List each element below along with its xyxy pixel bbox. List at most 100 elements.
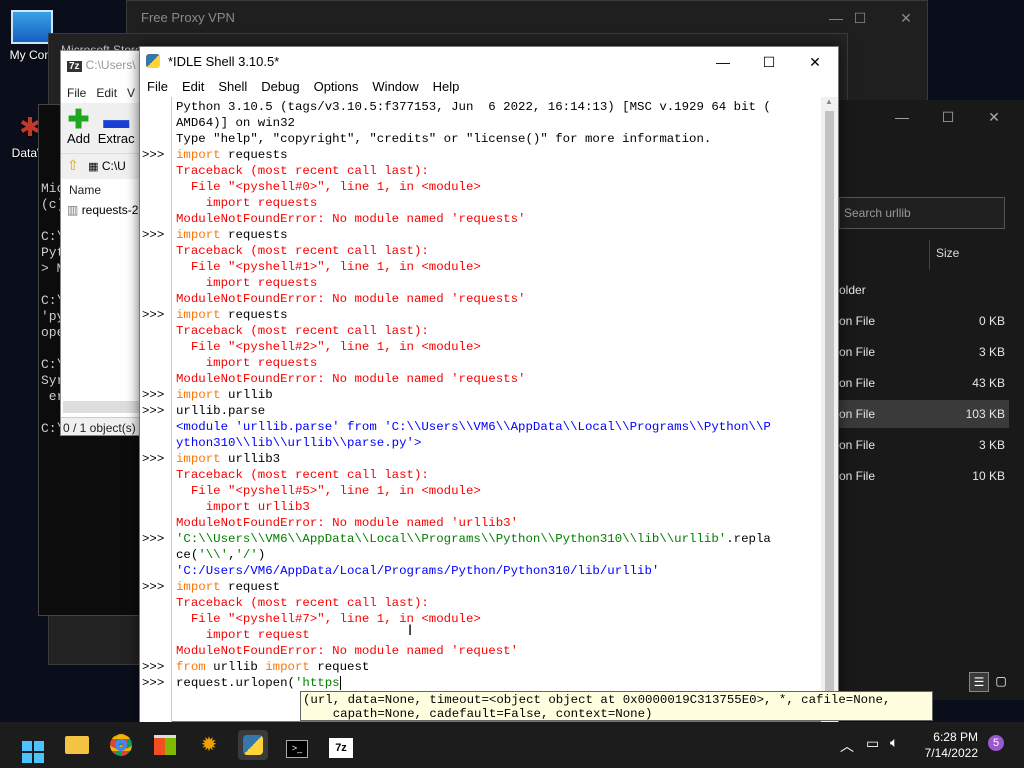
output-text: Python 3.10.5 (tags/v3.10.5:f377153, Jun… [176, 100, 771, 114]
file-size: 3 KB [978, 438, 1005, 452]
list-item[interactable]: on File 43 KB [839, 369, 1009, 397]
keyword: from [176, 660, 206, 674]
chrome-taskbar-button[interactable] [106, 730, 136, 760]
idle-menubar: File Edit Shell Debug Options Window Help [140, 77, 838, 97]
shell-line: import requests [176, 147, 288, 163]
menu-help[interactable]: Help [426, 77, 467, 96]
maximize-button[interactable]: ☐ [837, 1, 883, 35]
shell-line: Traceback (most recent call last): [176, 163, 429, 179]
tiles-view-button[interactable]: ▢ [991, 672, 1011, 692]
menu-debug[interactable]: Debug [254, 77, 306, 96]
idle-taskbar-button[interactable] [238, 730, 268, 760]
list-item[interactable]: on File 3 KB [839, 338, 1009, 366]
python-logo-icon [146, 54, 160, 68]
text-caret [339, 676, 341, 690]
string-literal: 'C:\\Users\\VM6\\AppData\\Local\\Program… [176, 532, 727, 546]
sevenzip-taskbar-button[interactable]: 7z [326, 730, 356, 760]
close-button[interactable]: ✕ [883, 1, 929, 35]
sevenzip-titlebar: 7z C:\Users\ [61, 51, 141, 83]
show-hidden-icons-chevron-icon[interactable]: ︿ [840, 736, 854, 756]
string-literal: 'https [294, 676, 340, 690]
plus-icon: ✚ [67, 104, 90, 134]
maximize-button[interactable]: ☐ [746, 45, 792, 79]
sevenzip-menu-view[interactable]: V [127, 86, 135, 100]
explorer-close-button[interactable]: ✕ [971, 100, 1017, 134]
sevenzip-menu-file[interactable]: File [67, 86, 86, 100]
close-button[interactable]: ✕ [792, 45, 838, 79]
shell-line: ython310\\lib\\urllib\\parse.py'> [176, 435, 421, 451]
explorer-maximize-button[interactable]: ☐ [925, 100, 971, 134]
idle-titlebar: *IDLE Shell 3.10.5* — ☐ ✕ [140, 47, 838, 77]
list-item[interactable]: on File 103 KB [839, 400, 1009, 428]
explorer-minimize-button[interactable]: — [879, 100, 925, 134]
up-folder-icon[interactable]: ⇧ [67, 157, 79, 173]
shell-line: File "<pyshell#0>", line 1, in <module> [176, 179, 481, 195]
add-button[interactable]: ✚ Add [67, 104, 90, 146]
search-input[interactable]: Search urllib [839, 197, 1005, 229]
list-item[interactable]: on File 0 KB [839, 307, 1009, 335]
scrollbar-thumb[interactable] [825, 111, 834, 711]
vertical-scrollbar[interactable]: ▲ [821, 97, 838, 723]
list-item[interactable]: older [839, 276, 1009, 304]
clock[interactable]: 6:28 PM 7/14/2022 [922, 729, 978, 761]
shell-prompt: >>> [142, 452, 165, 466]
sevenzip-address-bar[interactable]: ⇧ ▦ C:\U [61, 153, 141, 179]
store-taskbar-button[interactable] [150, 730, 180, 760]
shell-text-area[interactable]: Python 3.10.5 (tags/v3.10.5:f377153, Jun… [176, 97, 822, 723]
shell-line: <module 'urllib.parse' from 'C:\\Users\\… [176, 419, 771, 435]
terminal-taskbar-button[interactable]: >_ [282, 730, 312, 760]
menu-options[interactable]: Options [307, 77, 366, 96]
menu-window[interactable]: Window [365, 77, 425, 96]
error-text: File "<pyshell#7>", line 1, in <module> [176, 612, 481, 626]
list-item[interactable]: on File 3 KB [839, 431, 1009, 459]
result-text: 'C:/Users/VM6/AppData/Local/Programs/Pyt… [176, 564, 660, 578]
terminal-icon: >_ [286, 740, 308, 758]
code-text: request.urlopen( [176, 676, 295, 690]
sevenzip-file-list: Name ▥ requests-2 [61, 179, 141, 435]
start-button[interactable] [18, 730, 48, 763]
shell-line: import request [176, 627, 310, 643]
python-icon [243, 735, 263, 755]
vpn-taskbar-button[interactable]: ✹ [194, 730, 224, 760]
volume-icon[interactable]: 🔈︎ [890, 734, 898, 751]
sevenzip-logo-icon: 7z [67, 61, 82, 72]
list-item[interactable]: ▥ requests-2 [61, 201, 141, 219]
shell-line: AMD64)] on win32 [176, 115, 295, 131]
details-view-button[interactable]: ☰ [969, 672, 989, 692]
sevenzip-menu-edit[interactable]: Edit [96, 86, 117, 100]
menu-file[interactable]: File [140, 77, 175, 96]
chrome-icon [110, 734, 132, 756]
keyword: import [176, 148, 221, 162]
search-placeholder: Search urllib [844, 206, 911, 220]
extract-button[interactable]: ▬ Extrac [98, 106, 135, 146]
shell-line: Traceback (most recent call last): [176, 595, 429, 611]
menu-edit[interactable]: Edit [175, 77, 211, 96]
file-size: 3 KB [978, 345, 1005, 359]
minimize-button[interactable]: — [700, 45, 746, 79]
notification-badge[interactable]: 5 [988, 735, 1004, 751]
error-text: ModuleNotFoundError: No module named 're… [176, 212, 526, 226]
shell-prompt: >>> [142, 676, 165, 690]
shell-line: import requests [176, 307, 288, 323]
idle-title: *IDLE Shell 3.10.5* [168, 54, 280, 69]
column-header-name[interactable]: Name [61, 179, 141, 201]
shell-prompt: >>> [142, 308, 165, 322]
sevenzip-path: C:\Users\ [85, 58, 136, 72]
list-item[interactable]: on File 10 KB [839, 462, 1009, 490]
sevenzip-menu: File Edit V [61, 83, 141, 103]
shell-prompt: >>> [142, 388, 165, 402]
scroll-up-arrow-icon[interactable]: ▲ [825, 97, 833, 106]
file-explorer-taskbar-button[interactable] [62, 730, 92, 760]
drive-icon: ▦ [88, 161, 99, 173]
keyword: import [176, 580, 221, 594]
network-icon[interactable]: ▭ [866, 735, 879, 752]
shell-line: import requests [176, 227, 288, 243]
string-literal: '\\' [198, 548, 229, 562]
horizontal-scrollbar[interactable] [63, 401, 139, 413]
idle-shell-window: *IDLE Shell 3.10.5* — ☐ ✕ File Edit Shell D… [139, 46, 839, 723]
error-text: Traceback (most recent call last): [176, 164, 429, 178]
store-bag-icon [154, 735, 176, 755]
column-header-size[interactable]: Size [929, 240, 965, 270]
menu-shell[interactable]: Shell [211, 77, 254, 96]
code-text: urllib [205, 660, 266, 674]
